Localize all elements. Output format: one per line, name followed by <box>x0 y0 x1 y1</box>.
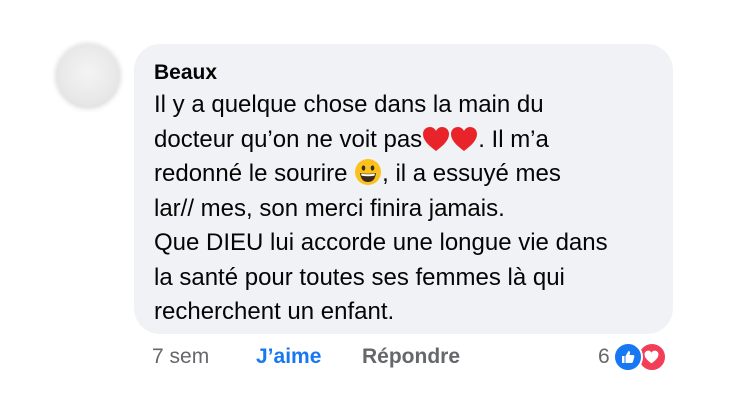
comment-line: la santé pour toutes ses femmes là qui <box>154 261 653 296</box>
comment-text: lar// mes, son merci finira jamais. <box>154 194 505 222</box>
red-heart-icon <box>450 126 478 152</box>
like-button[interactable]: J’aime <box>256 344 321 370</box>
comment-text: Il y a quelque chose dans la main du <box>154 91 544 118</box>
comment-line: redonné le sourire , il a essuyé mes <box>154 157 653 192</box>
reactions-summary[interactable]: 6 <box>598 342 667 372</box>
comment-actions: 7 sem J’aime Répondre <box>152 344 460 370</box>
comment-line: recherchent un enfant. <box>154 295 653 330</box>
comment-text: redonné le sourire <box>154 160 348 187</box>
comment-line: Que DIEU lui accorde une longue vie dans <box>154 226 653 261</box>
reply-button[interactable]: Répondre <box>362 344 460 370</box>
comment-line: docteur qu’on ne voit pas . Il m’a <box>154 123 653 158</box>
comment-text: . Il m’a <box>478 125 549 153</box>
comment-text: docteur qu’on ne voit pas <box>154 125 423 153</box>
avatar[interactable] <box>56 44 120 108</box>
reaction-count: 6 <box>598 345 610 368</box>
comment-author[interactable]: Beaux <box>154 60 653 86</box>
comment-line: Il y a quelque chose dans la main du <box>154 88 653 123</box>
grinning-face-icon <box>354 158 382 186</box>
comment-text: , il a essuyé mes <box>382 160 561 187</box>
comment-timestamp[interactable]: 7 sem <box>152 345 209 368</box>
thumbs-up-icon <box>612 342 643 372</box>
red-heart-icon <box>422 126 450 152</box>
comment-line: lar// mes, son merci finira jamais. <box>154 192 653 227</box>
comment-text: la santé pour toutes ses femmes là qui <box>154 263 565 291</box>
comment-text: recherchent un enfant. <box>154 298 395 325</box>
comment-text: Que DIEU lui accorde une longue vie dans <box>154 229 608 256</box>
comment-bubble: Beaux Il y a quelque chose dans la main … <box>134 44 673 334</box>
